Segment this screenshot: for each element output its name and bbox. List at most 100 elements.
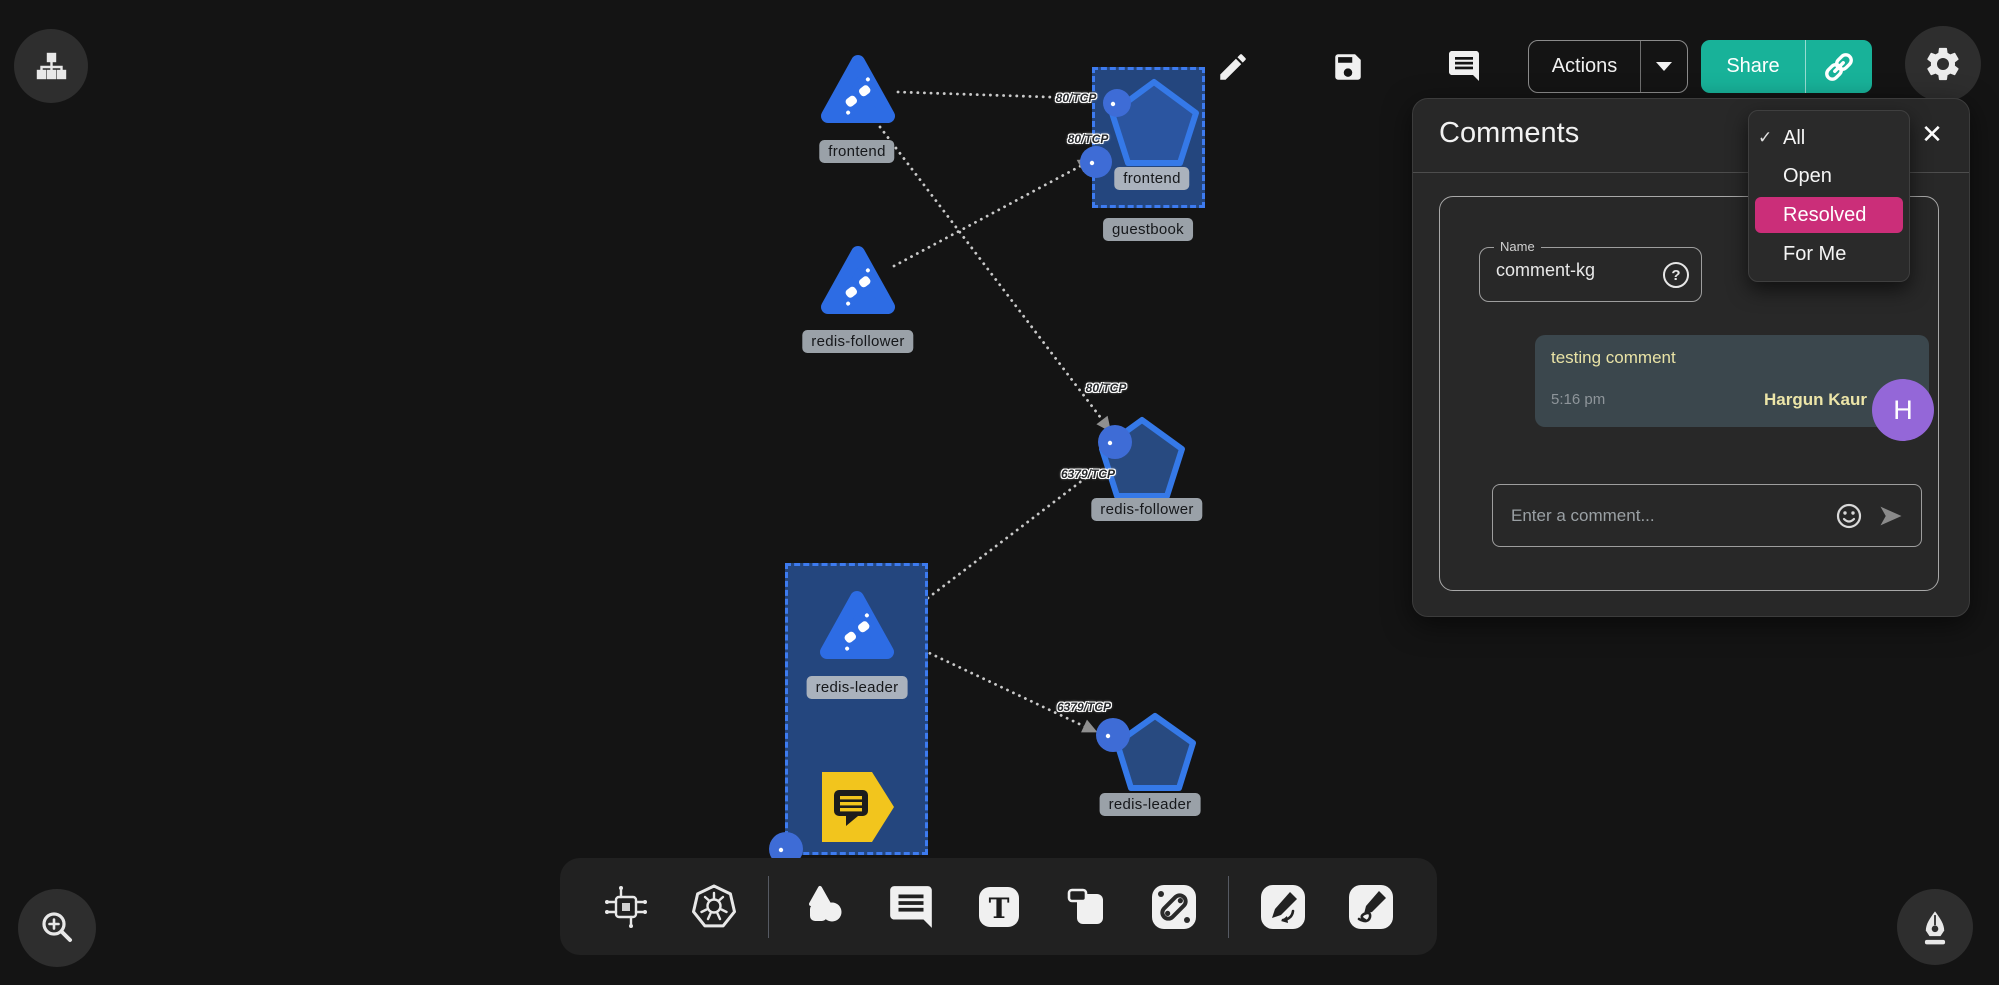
save-floppy-icon	[1331, 50, 1365, 84]
bottom-toolbar: T	[560, 858, 1437, 955]
node-label-redis-leader-workload: redis-leader	[1100, 793, 1201, 816]
text-icon: T	[974, 882, 1024, 932]
filter-option-all[interactable]: ✓ All	[1749, 119, 1909, 157]
toolbar-divider	[768, 876, 769, 938]
edge-frontend-redis-follower	[880, 127, 1110, 430]
app-root: { "header": { "actions_label": "Actions"…	[0, 0, 1999, 985]
gear-icon	[1923, 44, 1963, 84]
service-triangle-icon	[818, 50, 898, 130]
comments-toggle-button[interactable]	[1442, 44, 1486, 88]
node-service-redis-follower[interactable]	[818, 241, 898, 326]
edge-port-label: 80/TCP	[1056, 91, 1097, 105]
filter-option-resolved[interactable]: Resolved	[1755, 197, 1903, 233]
copy-link-button[interactable]	[1806, 40, 1872, 93]
port-circle[interactable]	[1079, 145, 1113, 184]
edge-redis-follower-redis-leader	[899, 470, 1096, 620]
chain-link-icon	[1148, 881, 1200, 933]
edit-mode-button[interactable]	[1211, 45, 1255, 89]
toolbar-divider	[1228, 876, 1229, 938]
save-button[interactable]	[1326, 45, 1370, 89]
service-triangle-icon	[818, 241, 898, 321]
zoom-in-magnifier-icon	[35, 906, 79, 950]
port-circle[interactable]	[1097, 424, 1133, 465]
link-icon	[1821, 49, 1857, 85]
send-icon	[1877, 502, 1905, 530]
name-input[interactable]	[1496, 260, 1646, 281]
chevron-down-icon	[1656, 62, 1672, 71]
settings-button[interactable]	[1905, 26, 1981, 102]
node-service-redis-leader[interactable]	[817, 586, 897, 671]
node-label-redis-follower-workload: redis-follower	[1091, 498, 1202, 521]
edge-port-label: 6379/TCP	[1057, 700, 1111, 714]
actions-button[interactable]: Actions	[1528, 40, 1688, 93]
freehand-tool-button[interactable]	[1338, 874, 1404, 940]
node-service-frontend[interactable]	[818, 50, 898, 135]
comments-panel-title: Comments	[1439, 117, 1579, 150]
canvas-comment-marker[interactable]	[820, 770, 898, 849]
connector-tool-button[interactable]	[1141, 874, 1207, 940]
filter-option-label: For Me	[1783, 243, 1846, 265]
avatar: H	[1872, 379, 1934, 441]
edge-port-label: 80/TCP	[1068, 132, 1109, 146]
hierarchy-view-button[interactable]	[14, 29, 88, 103]
close-panel-button[interactable]: ✕	[1915, 117, 1949, 151]
comment-marker-icon	[820, 770, 898, 844]
check-icon: ✓	[1758, 119, 1772, 157]
shapes-icon	[797, 881, 849, 933]
comment-author: Hargun Kaur	[1764, 390, 1867, 410]
comment-tool-button[interactable]	[878, 874, 944, 940]
actions-button-label: Actions	[1529, 41, 1640, 92]
sticky-note-icon	[1060, 881, 1112, 933]
comments-filter-menu: ✓ All Open Resolved For Me	[1748, 110, 1910, 282]
actions-dropdown-toggle[interactable]	[1641, 41, 1687, 92]
filter-option-label: Open	[1783, 165, 1832, 187]
smiley-icon	[1835, 502, 1863, 530]
pen-arrow-icon	[1257, 881, 1309, 933]
node-label-redis-leader-service: redis-leader	[807, 676, 908, 699]
edge-port-label: 6379/TCP	[1061, 467, 1115, 481]
shapes-tool-button[interactable]	[790, 874, 856, 940]
comment-card[interactable]: testing comment 5:16 pm Hargun Kaur H	[1535, 335, 1929, 427]
pen-nib-icon	[1913, 905, 1957, 949]
draw-arrow-tool-button[interactable]	[1250, 874, 1316, 940]
text-tool-button[interactable]: T	[966, 874, 1032, 940]
service-triangle-icon	[817, 586, 897, 666]
node-label-frontend-service: frontend	[819, 140, 894, 163]
name-field-label: Name	[1494, 239, 1541, 254]
architecture-tool-button[interactable]	[593, 874, 659, 940]
filter-option-for-me[interactable]: For Me	[1749, 235, 1909, 273]
filter-option-open[interactable]: Open	[1749, 157, 1909, 195]
hierarchy-icon	[31, 46, 71, 86]
pen-tool-button[interactable]	[1897, 889, 1973, 965]
comment-timestamp: 5:16 pm	[1551, 391, 1605, 408]
node-label-guestbook-pod: frontend	[1114, 167, 1189, 190]
comment-bubble-icon	[1446, 48, 1482, 84]
text-tool-glyph: T	[988, 892, 1009, 925]
kubernetes-icon	[688, 881, 740, 933]
comment-name-field[interactable]: Name ?	[1479, 247, 1702, 302]
send-comment-button[interactable]	[1869, 496, 1913, 536]
edge-port-label: 80/TCP	[1086, 381, 1127, 395]
port-circle[interactable]	[1102, 88, 1132, 123]
frame-tool-button[interactable]	[1053, 874, 1119, 940]
node-label-guestbook: guestbook	[1103, 218, 1193, 241]
pencil-icon	[1216, 50, 1250, 84]
comment-bubble-icon	[886, 882, 936, 932]
kubernetes-tool-button[interactable]	[681, 874, 747, 940]
pen-squiggle-icon	[1345, 881, 1397, 933]
node-label-redis-follower-service: redis-follower	[802, 330, 913, 353]
chip-icon	[600, 881, 652, 933]
filter-option-label: Resolved	[1783, 204, 1866, 226]
help-icon[interactable]: ?	[1663, 262, 1689, 288]
zoom-button[interactable]	[18, 889, 96, 967]
edge-redis-follower-guestbook	[894, 162, 1088, 266]
emoji-button[interactable]	[1829, 496, 1869, 536]
comment-input[interactable]	[1493, 506, 1829, 526]
share-button-label: Share	[1701, 40, 1805, 93]
port-circle[interactable]	[1095, 717, 1131, 758]
comment-composer	[1492, 484, 1922, 547]
edge-redis-leader-workload	[906, 642, 1092, 730]
share-button[interactable]: Share	[1701, 40, 1872, 93]
filter-option-label: All	[1783, 127, 1805, 149]
comment-message: testing comment	[1551, 348, 1676, 368]
